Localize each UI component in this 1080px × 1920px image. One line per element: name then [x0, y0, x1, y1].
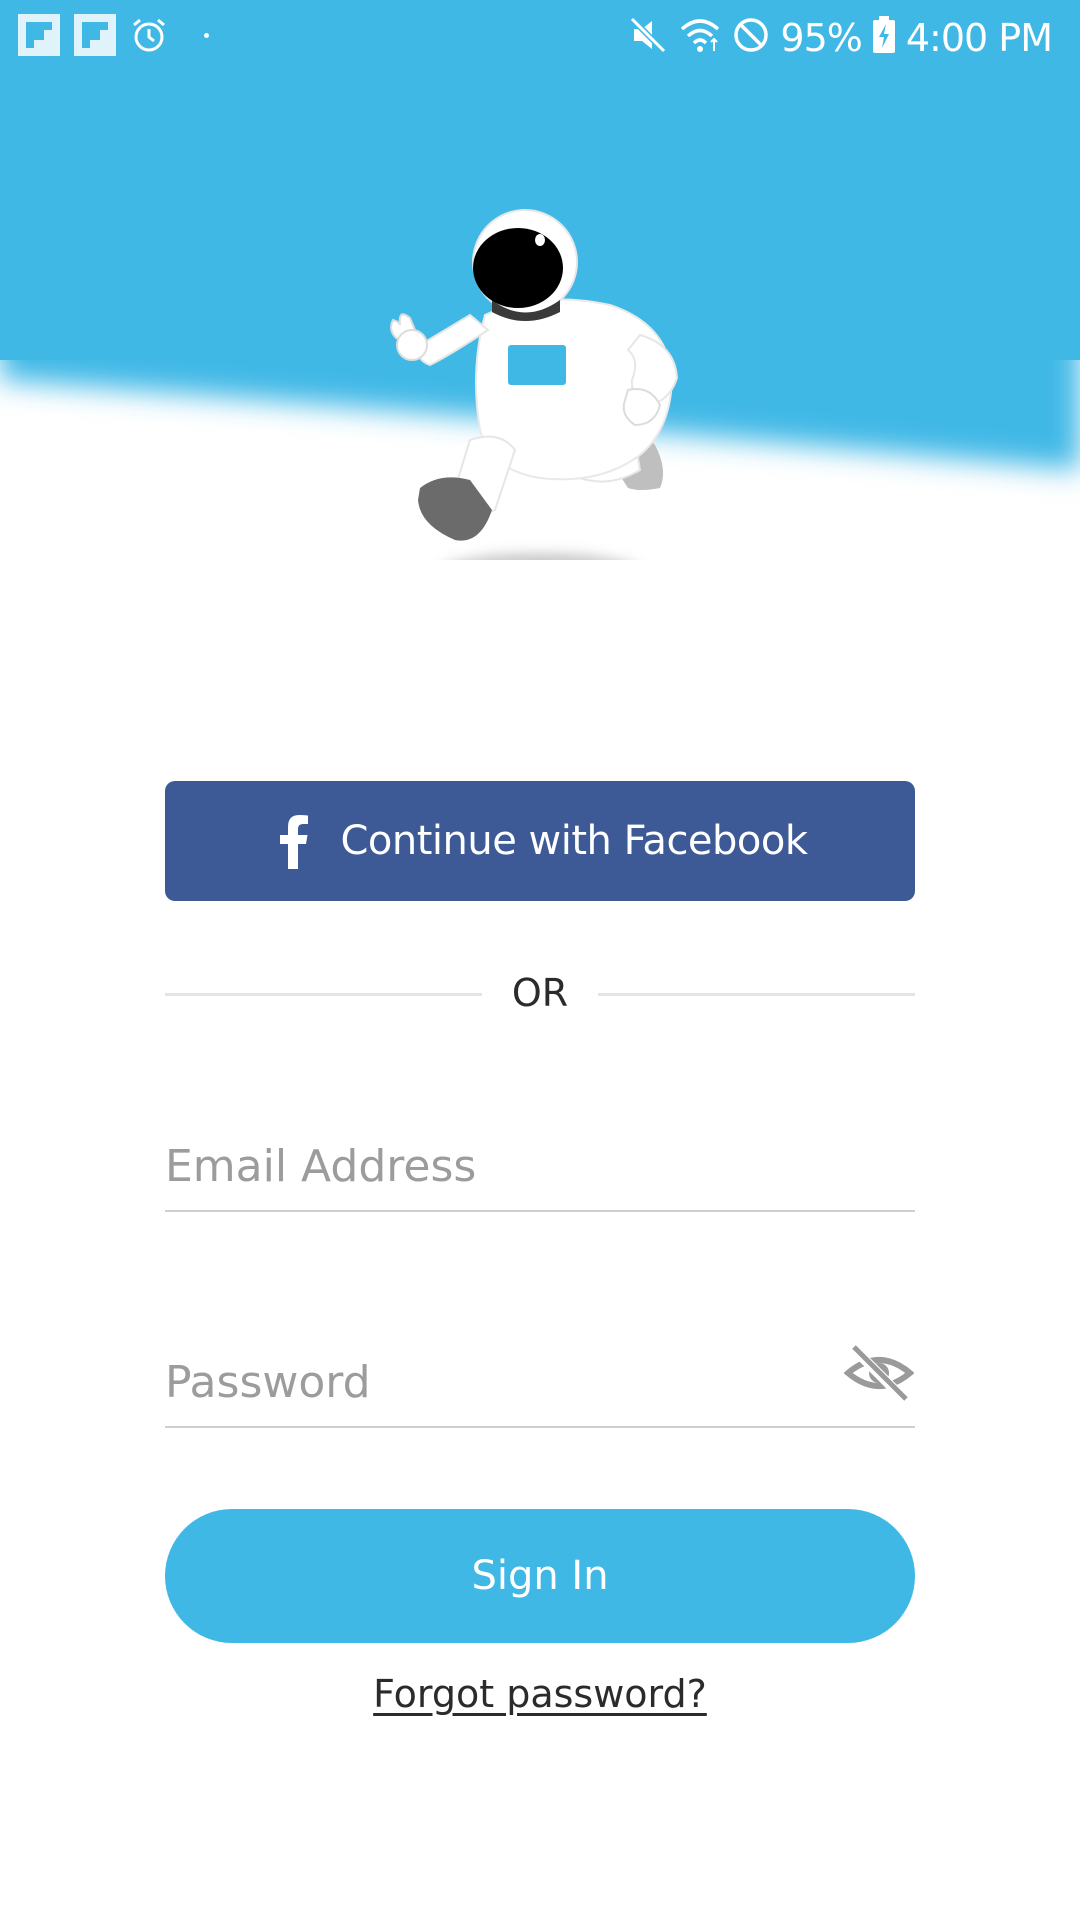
password-input[interactable]	[165, 1352, 825, 1412]
battery-charging-icon	[872, 16, 896, 59]
flipboard-icon	[74, 14, 116, 61]
email-field-container	[165, 1120, 915, 1212]
sign-in-button[interactable]: Sign In	[165, 1509, 915, 1643]
battery-percent: 95%	[780, 15, 862, 60]
sign-in-button-label: Sign In	[471, 1553, 609, 1599]
do-not-disturb-icon	[732, 16, 770, 59]
facebook-icon	[272, 813, 312, 869]
wifi-icon	[678, 15, 722, 60]
alarm-icon	[130, 16, 168, 59]
email-input[interactable]	[165, 1136, 825, 1196]
eye-off-icon[interactable]	[843, 1342, 915, 1404]
notification-dot	[204, 33, 209, 38]
status-bar: 95% 4:00 PM	[0, 0, 1080, 75]
status-bar-right: 95% 4:00 PM	[628, 0, 1053, 75]
clock-time: 4:00 PM	[905, 15, 1053, 60]
continue-with-facebook-button[interactable]: Continue with Facebook	[165, 781, 915, 901]
forgot-password-link[interactable]: Forgot password?	[373, 1672, 707, 1716]
forgot-password-container: Forgot password?	[0, 1672, 1080, 1716]
facebook-button-label: Continue with Facebook	[340, 818, 808, 864]
or-divider: OR	[165, 963, 915, 1023]
status-bar-left	[18, 0, 209, 75]
flipboard-icon	[18, 14, 60, 61]
divider-line-right	[598, 993, 915, 996]
mute-icon	[628, 15, 668, 60]
hero-banner	[0, 0, 1080, 560]
password-field-container	[165, 1336, 915, 1428]
